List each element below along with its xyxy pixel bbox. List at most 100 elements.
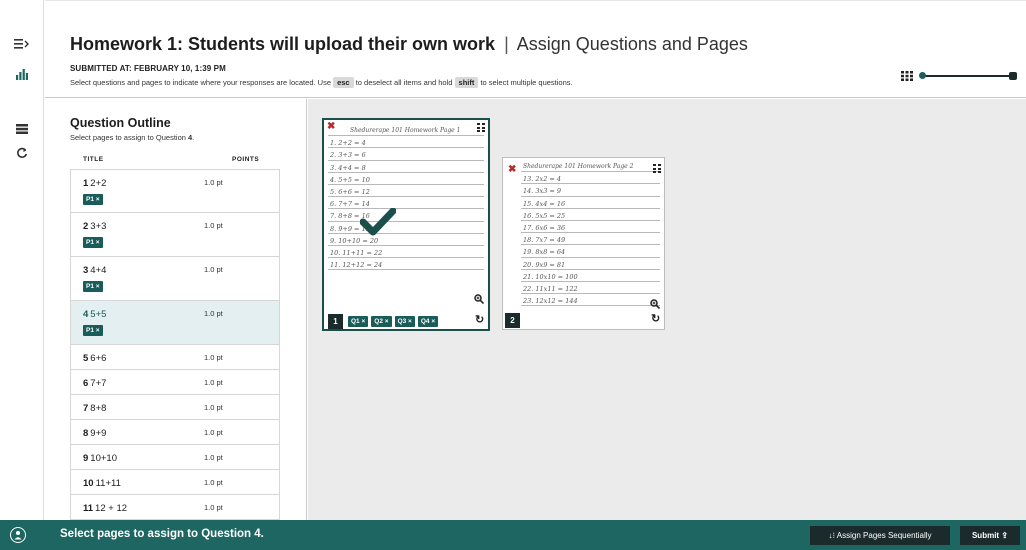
question-row[interactable]: 9 10+10 1.0 pt (70, 445, 280, 470)
question-points: 1.0 pt (204, 221, 223, 230)
assigned-page-tag[interactable]: P1 × (83, 194, 103, 205)
handwritten-answer-line: 13. 2x2 = 4 (521, 172, 660, 185)
question-row[interactable]: 7 8+8 1.0 pt (70, 395, 280, 420)
handwritten-answer-line: 1. 2+2 = 4 (328, 136, 484, 149)
assigned-question-chip[interactable]: Q2 × (371, 316, 392, 327)
handwritten-answer-line: 3. 4+4 = 8 (328, 161, 484, 173)
question-text: 5+5 (90, 309, 107, 320)
question-points: 1.0 pt (204, 353, 223, 362)
handwritten-answer-line: 23. 12x12 = 144 (521, 294, 660, 307)
page-1-header: Shedurerape 101 Homework Page 1 (328, 124, 484, 137)
question-title: 4 5+5 (83, 309, 106, 320)
question-number: 8 (83, 428, 89, 439)
handwritten-answer-line: 16. 5x5 = 25 (521, 209, 660, 221)
page-2-remove-icon[interactable]: ✖ (508, 165, 516, 175)
grid-view-icon[interactable] (901, 71, 915, 81)
instructions-text-3: to select multiple questions. (480, 78, 573, 87)
pages-area: Shedurerape 101 Homework Page 1 1. 2+2 =… (308, 99, 1026, 520)
handwritten-answer-line: 6. 7+7 = 14 (328, 197, 484, 210)
question-number: 7 (83, 403, 89, 414)
zoom-max-marker[interactable] (1009, 72, 1017, 80)
question-title: 1 2+2 (83, 178, 106, 189)
selected-check-icon (360, 208, 396, 236)
handwritten-answer-line: 15. 4x4 = 16 (521, 197, 660, 209)
question-row[interactable]: 4 5+5 1.0 pt P1 × (70, 301, 280, 345)
zoom-track[interactable] (925, 75, 1011, 77)
page-1-zoom-icon[interactable] (474, 294, 484, 304)
question-row[interactable]: 11 12 + 12 1.0 pt (70, 495, 280, 520)
question-number: 10 (83, 478, 94, 489)
question-row[interactable]: 2 3+3 1.0 pt P1 × (70, 213, 280, 257)
question-title: 9 10+10 (83, 453, 117, 464)
outline-heading: Question Outline (70, 116, 171, 130)
question-points: 1.0 pt (204, 478, 223, 487)
assigned-page-tag[interactable]: P1 × (83, 281, 103, 292)
question-row[interactable]: 10 11+11 1.0 pt (70, 470, 280, 495)
handwritten-answer-line: 22. 11x11 = 122 (521, 282, 660, 295)
assigned-question-chip[interactable]: Q4 × (417, 316, 439, 327)
submit-label: Submit (971, 531, 1000, 540)
question-row[interactable]: 3 4+4 1.0 pt P1 × (70, 257, 280, 301)
page-thumbnail-2[interactable]: Shedurerape 101 Homework Page 2 13. 2x2 … (502, 157, 665, 330)
assigned-question-chip[interactable]: Q1 × (348, 316, 369, 327)
page-2-rotate-icon[interactable]: ↻ (651, 312, 660, 325)
column-points-header: POINTS (232, 156, 260, 163)
assignment-title: Homework 1: Students will upload their o… (70, 34, 496, 54)
page-2-zoom-icon[interactable] (650, 299, 660, 309)
handwritten-answer-line: 11. 12+12 = 24 (328, 258, 484, 271)
assigned-page-tag[interactable]: P1 × (83, 325, 103, 336)
page-1-drag-handle-icon[interactable] (477, 123, 485, 133)
handwritten-answer-line: 2. 3+3 = 6 (328, 148, 484, 161)
zoom-slider[interactable] (873, 69, 1023, 83)
question-row[interactable]: 6 7+7 1.0 pt (70, 370, 280, 395)
handwritten-answer-line: 10. 11+11 = 22 (328, 246, 484, 259)
handwritten-answer-line: 4. 5+5 = 10 (328, 173, 484, 185)
page-thumbnail-1[interactable]: Shedurerape 101 Homework Page 1 1. 2+2 =… (322, 118, 490, 331)
question-row[interactable]: 8 9+9 1.0 pt (70, 420, 280, 445)
question-row[interactable]: 1 2+2 1.0 pt P1 × (70, 169, 280, 213)
page-2-content: Shedurerape 101 Homework Page 2 13. 2x2 … (521, 160, 660, 307)
question-title: 10 11+11 (83, 478, 121, 489)
assign-pages-sequentially-button[interactable]: ↓⁝ Assign Pages Sequentially (810, 526, 950, 545)
question-text: 2+2 (90, 178, 107, 189)
outline-hint: Select pages to assign to Question 4. (70, 133, 194, 142)
outline-list-icon[interactable] (10, 119, 34, 139)
question-points: 1.0 pt (204, 309, 223, 318)
question-text: 10+10 (90, 453, 117, 464)
shift-key: shift (454, 77, 479, 88)
statistics-icon[interactable] (10, 64, 34, 84)
help-person-icon[interactable] (10, 527, 26, 543)
page-1-rotate-icon[interactable]: ↻ (475, 313, 484, 326)
question-points: 1.0 pt (204, 378, 223, 387)
zoom-handle[interactable] (919, 72, 926, 79)
question-number: 3 (83, 265, 89, 276)
assigned-question-chip[interactable]: Q3 × (394, 316, 415, 327)
submitted-at: SUBMITTED AT: FEBRUARY 10, 1:39 PM (70, 64, 226, 73)
instructions-text-1: Select questions and pages to indicate w… (70, 78, 331, 87)
assigned-page-tag[interactable]: P1 × (83, 237, 103, 248)
page-title: Homework 1: Students will upload their o… (70, 34, 748, 55)
outline-hint-text: Select pages to assign to Question (70, 133, 186, 142)
question-list: 1 2+2 1.0 pt P1 × 2 3+3 1.0 pt P1 × 3 4+4 1.0 pt P1… (70, 169, 280, 520)
question-points: 1.0 pt (204, 403, 223, 412)
page-1-remove-icon[interactable]: ✖ (327, 122, 335, 132)
handwritten-answer-line: 7. 8+8 = 16 (328, 209, 484, 222)
question-text: 9+9 (90, 428, 107, 439)
question-text: 11+11 (95, 478, 121, 489)
reload-icon[interactable] (10, 143, 34, 163)
question-text: 6+6 (90, 353, 107, 364)
instructions-text-2: to deselect all items and hold (355, 78, 453, 87)
question-title: 5 6+6 (83, 353, 106, 364)
menu-expand-icon[interactable] (10, 34, 34, 54)
question-title: 7 8+8 (83, 403, 106, 414)
page-2-drag-handle-icon[interactable] (653, 164, 661, 174)
question-text: 4+4 (90, 265, 107, 276)
instructions: Select questions and pages to indicate w… (70, 77, 573, 88)
question-number: 1 (83, 178, 89, 189)
question-title: 2 3+3 (83, 221, 106, 232)
submit-button[interactable]: Submit ⇪ (960, 526, 1020, 545)
question-number: 2 (83, 221, 89, 232)
question-row[interactable]: 5 6+6 1.0 pt (70, 345, 280, 370)
question-title: 11 12 + 12 (83, 503, 127, 514)
assign-sequentially-label: Assign Pages Sequentially (836, 531, 932, 540)
